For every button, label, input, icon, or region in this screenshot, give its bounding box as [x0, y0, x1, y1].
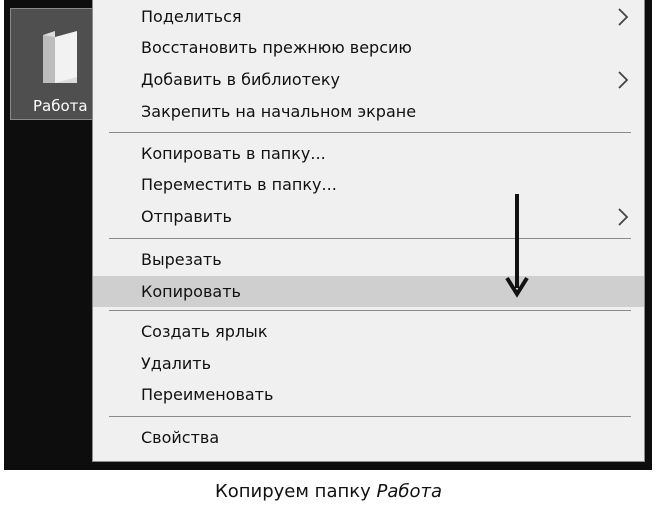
menu-item-label: Восстановить прежнюю версию: [141, 38, 412, 57]
menu-item-label: Поделиться: [141, 7, 242, 26]
menu-item-send-to[interactable]: Отправить: [93, 201, 644, 232]
context-menu: Поделиться Восстановить прежнюю версию Д…: [92, 0, 645, 462]
menu-item-label: Свойства: [141, 428, 220, 447]
menu-item-add-to-library[interactable]: Добавить в библиотеку: [93, 64, 644, 95]
menu-item-properties[interactable]: Свойства: [93, 422, 644, 453]
menu-item-label: Копировать: [141, 282, 241, 301]
desktop-folder-label: Работа: [33, 97, 88, 115]
screenshot: Работа Поделиться Восстановить прежнюю в…: [4, 0, 652, 470]
menu-item-copy-to-folder[interactable]: Копировать в папку...: [93, 138, 644, 169]
menu-item-label: Закрепить на начальном экране: [141, 102, 417, 121]
menu-item-move-to-folder[interactable]: Переместить в папку...: [93, 169, 644, 200]
menu-item-delete[interactable]: Удалить: [93, 348, 644, 379]
chevron-right-icon: [618, 208, 629, 226]
desktop-folder-rabota[interactable]: Работа: [10, 8, 96, 120]
menu-item-label: Переместить в папку...: [141, 175, 337, 194]
menu-item-rename[interactable]: Переименовать: [93, 379, 644, 410]
menu-separator: [109, 416, 631, 417]
menu-item-label: Создать ярлык: [141, 322, 268, 341]
menu-item-label: Переименовать: [141, 385, 274, 404]
figure-caption: Копируем папку Работа: [0, 481, 657, 502]
folder-icon: [43, 31, 77, 83]
menu-item-label: Копировать в папку...: [141, 144, 326, 163]
menu-separator: [109, 238, 631, 239]
menu-item-label: Отправить: [141, 207, 232, 226]
caption-emphasis: Работа: [376, 481, 443, 502]
menu-item-label: Удалить: [141, 354, 211, 373]
menu-item-create-shortcut[interactable]: Создать ярлык: [93, 316, 644, 347]
menu-item-restore-previous-version[interactable]: Восстановить прежнюю версию: [93, 32, 644, 63]
chevron-right-icon: [618, 71, 629, 89]
menu-item-share[interactable]: Поделиться: [93, 1, 644, 32]
menu-item-label: Вырезать: [141, 250, 222, 269]
menu-separator: [109, 132, 631, 133]
menu-item-pin-to-start[interactable]: Закрепить на начальном экране: [93, 96, 644, 127]
menu-item-copy[interactable]: Копировать: [93, 276, 644, 307]
menu-item-label: Добавить в библиотеку: [141, 70, 340, 89]
chevron-right-icon: [618, 8, 629, 26]
menu-item-cut[interactable]: Вырезать: [93, 244, 644, 275]
down-arrow-icon: [505, 194, 529, 298]
caption-text: Копируем папку: [214, 481, 377, 502]
menu-separator: [109, 310, 631, 311]
